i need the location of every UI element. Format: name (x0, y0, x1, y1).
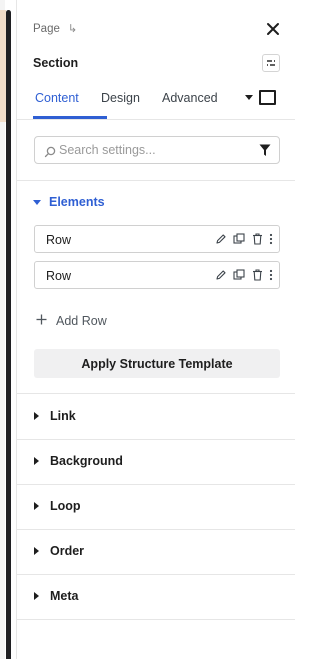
section-label: Order (50, 544, 85, 558)
settings-panel: Page ↳ Section Content Design Advanced S… (16, 0, 295, 659)
panel-title: Section (33, 56, 79, 70)
tab-content[interactable]: Content (35, 91, 79, 105)
pencil-icon[interactable] (215, 269, 227, 281)
active-tab-indicator (33, 116, 107, 119)
tab-advanced[interactable]: Advanced (162, 91, 218, 105)
row-actions (215, 233, 273, 245)
structure-icon[interactable] (262, 54, 280, 72)
section-background[interactable]: Background (17, 439, 295, 484)
caret-right-icon (34, 412, 39, 420)
row-actions (215, 269, 273, 281)
caret-down-icon (33, 199, 41, 205)
search-box (34, 136, 280, 164)
section-label: Link (50, 409, 76, 423)
section-meta[interactable]: Meta (17, 574, 295, 619)
element-row-label: Row (46, 233, 72, 247)
filter-icon[interactable] (259, 144, 271, 162)
elements-title: Elements (49, 195, 105, 209)
caret-down-icon[interactable] (245, 95, 253, 100)
trash-icon[interactable] (252, 269, 263, 281)
add-row-label: Add Row (56, 314, 107, 328)
tab-design[interactable]: Design (101, 91, 140, 105)
elements-toggle[interactable]: Elements (33, 195, 105, 209)
search-input[interactable] (59, 141, 247, 159)
caret-right-icon (34, 547, 39, 555)
duplicate-icon[interactable] (233, 233, 246, 245)
divider (17, 180, 295, 181)
more-vertical-icon[interactable] (269, 233, 273, 245)
square-icon[interactable] (259, 90, 276, 105)
more-vertical-icon[interactable] (269, 269, 273, 281)
close-icon[interactable] (264, 20, 282, 38)
apply-structure-template-button[interactable]: Apply Structure Template (34, 349, 280, 378)
caret-right-icon (34, 592, 39, 600)
section-label: Loop (50, 499, 81, 513)
breadcrumb-arrow-icon: ↳ (67, 23, 78, 35)
caret-right-icon (34, 457, 39, 465)
section-loop[interactable]: Loop (17, 484, 295, 529)
element-row[interactable]: Row (34, 261, 280, 289)
breadcrumb-page[interactable]: Page (33, 23, 60, 35)
search-icon (44, 145, 56, 163)
duplicate-icon[interactable] (233, 269, 246, 281)
section-order[interactable]: Order (17, 529, 295, 574)
pencil-icon[interactable] (215, 233, 227, 245)
section-label: Meta (50, 589, 79, 603)
section-link[interactable]: Link (17, 394, 295, 439)
add-row-button[interactable]: Add Row (36, 312, 107, 330)
settings-tabs: Content Design Advanced (17, 82, 295, 120)
element-row-label: Row (46, 269, 72, 283)
plus-icon (36, 312, 47, 330)
element-row[interactable]: Row (34, 225, 280, 253)
divider (17, 619, 295, 620)
breadcrumb: Page ↳ (33, 22, 78, 36)
panel-resize-handle[interactable] (6, 10, 11, 659)
section-label: Background (50, 454, 123, 468)
caret-right-icon (34, 502, 39, 510)
trash-icon[interactable] (252, 233, 263, 245)
